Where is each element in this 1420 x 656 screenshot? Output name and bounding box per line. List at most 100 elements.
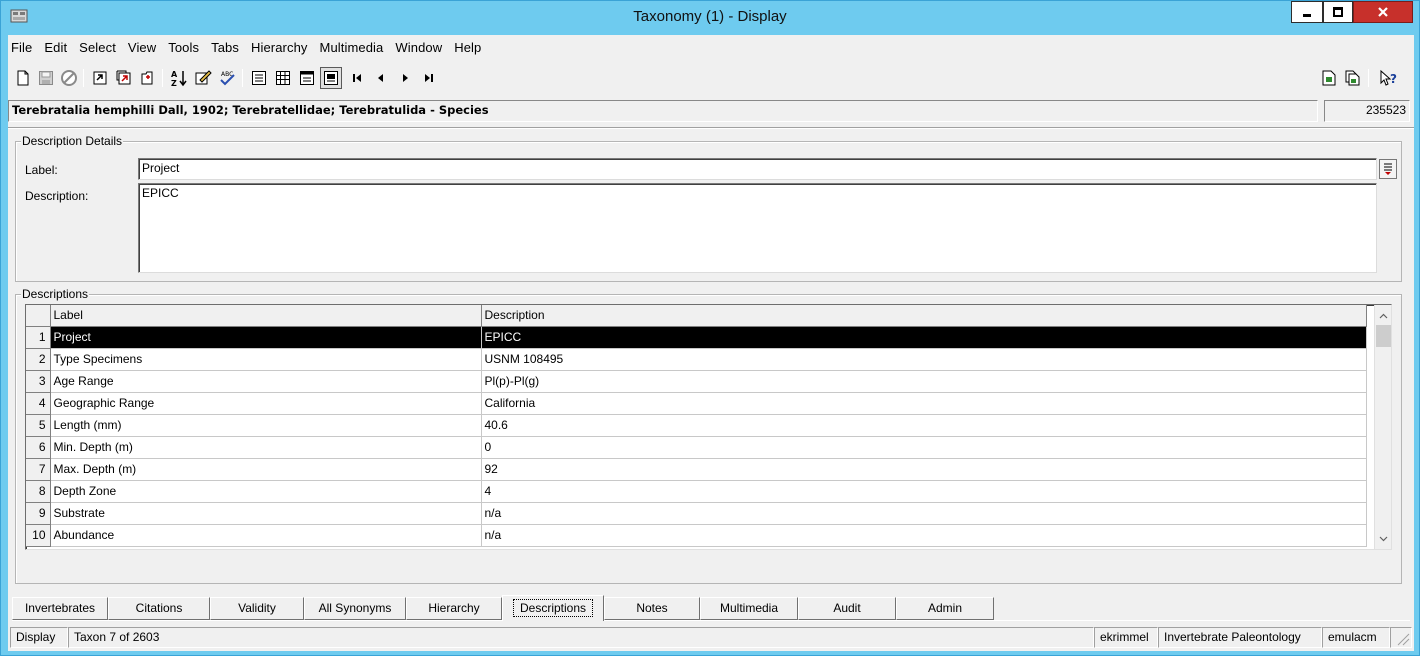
- menu-hierarchy[interactable]: Hierarchy: [245, 37, 314, 59]
- close-record-button[interactable]: [137, 67, 159, 89]
- page-view-button[interactable]: [296, 67, 318, 89]
- previous-record-button[interactable]: [370, 67, 392, 89]
- save-button[interactable]: [35, 67, 57, 89]
- vertical-scrollbar[interactable]: [1374, 305, 1391, 549]
- table-row[interactable]: 8 Depth Zone 4: [26, 480, 1367, 503]
- row-label[interactable]: Substrate: [50, 502, 482, 525]
- menu-select[interactable]: Select: [73, 37, 122, 59]
- tab-hierarchy[interactable]: Hierarchy: [406, 597, 502, 620]
- details-view-button[interactable]: [248, 67, 270, 89]
- sort-button[interactable]: AZ: [168, 67, 190, 89]
- label-caption: Label:: [25, 163, 58, 177]
- row-label[interactable]: Age Range: [50, 370, 482, 393]
- close-record-icon: [141, 71, 153, 85]
- report-button[interactable]: [1318, 67, 1340, 89]
- tab-multimedia[interactable]: Multimedia: [700, 597, 798, 620]
- next-record-button[interactable]: [394, 67, 416, 89]
- title-bar[interactable]: Taxonomy (1) - Display: [1, 1, 1419, 35]
- row-description[interactable]: 0: [481, 436, 1367, 459]
- new-record-button[interactable]: [12, 67, 34, 89]
- tab-all-synonyms[interactable]: All Synonyms: [304, 597, 406, 620]
- maximize-button[interactable]: [1323, 1, 1353, 23]
- row-label[interactable]: Length (mm): [50, 414, 482, 437]
- description-field[interactable]: EPICC: [138, 183, 1377, 273]
- row-description[interactable]: 4: [481, 480, 1367, 503]
- row-label[interactable]: Geographic Range: [50, 392, 482, 415]
- resize-grip[interactable]: [1390, 627, 1412, 648]
- label-lookup-button[interactable]: [1379, 159, 1397, 179]
- client-area: File Edit Select View Tools Tabs Hierarc…: [8, 35, 1414, 651]
- row-number: 9: [26, 502, 51, 525]
- minimize-icon: [1303, 14, 1311, 17]
- close-button[interactable]: [1353, 1, 1413, 23]
- row-label[interactable]: Abundance: [50, 524, 482, 547]
- row-description[interactable]: n/a: [481, 502, 1367, 525]
- table-row[interactable]: 9 Substrate n/a: [26, 502, 1367, 525]
- row-number: 3: [26, 370, 51, 393]
- row-description[interactable]: California: [481, 392, 1367, 415]
- help-pointer-button[interactable]: ?: [1378, 67, 1400, 89]
- table-row[interactable]: 2 Type Specimens USNM 108495: [26, 348, 1367, 371]
- row-label[interactable]: Type Specimens: [50, 348, 482, 371]
- tab-validity[interactable]: Validity: [210, 597, 304, 620]
- descriptions-grid[interactable]: Label Description 1 Project EPICC 2 Type…: [25, 304, 1392, 550]
- description-column-header[interactable]: Description: [481, 305, 1367, 327]
- row-label[interactable]: Max. Depth (m): [50, 458, 482, 481]
- tab-audit[interactable]: Audit: [798, 597, 896, 620]
- scroll-thumb[interactable]: [1376, 325, 1391, 347]
- row-label[interactable]: Min. Depth (m): [50, 436, 482, 459]
- minimize-button[interactable]: [1291, 1, 1323, 23]
- menu-multimedia[interactable]: Multimedia: [314, 37, 390, 59]
- tab-invertebrates[interactable]: Invertebrates: [12, 597, 108, 620]
- label-field[interactable]: Project: [138, 158, 1377, 180]
- edit-note-button[interactable]: [192, 67, 214, 89]
- menu-help[interactable]: Help: [448, 37, 487, 59]
- tab-notes[interactable]: Notes: [604, 597, 700, 620]
- menu-view[interactable]: View: [122, 37, 162, 59]
- row-description[interactable]: EPICC: [481, 326, 1367, 349]
- edit-note-icon: [195, 70, 212, 85]
- table-row[interactable]: 1 Project EPICC: [26, 326, 1367, 349]
- label-column-header[interactable]: Label: [50, 305, 482, 327]
- table-row[interactable]: 5 Length (mm) 40.6: [26, 414, 1367, 437]
- status-user: ekrimmel: [1094, 627, 1158, 648]
- table-row[interactable]: 10 Abundance n/a: [26, 524, 1367, 547]
- menu-tabs[interactable]: Tabs: [205, 37, 245, 59]
- menu-edit[interactable]: Edit: [38, 37, 73, 59]
- row-description[interactable]: 92: [481, 458, 1367, 481]
- menu-tools[interactable]: Tools: [162, 37, 205, 59]
- description-caption: Description:: [25, 189, 89, 203]
- row-description[interactable]: USNM 108495: [481, 348, 1367, 371]
- row-description[interactable]: 40.6: [481, 414, 1367, 437]
- save-icon: [39, 71, 53, 85]
- scroll-up-button[interactable]: [1375, 307, 1391, 324]
- row-label[interactable]: Project: [50, 326, 482, 349]
- menu-window[interactable]: Window: [389, 37, 448, 59]
- open-attached-button[interactable]: [113, 67, 135, 89]
- tab-admin[interactable]: Admin: [896, 597, 994, 620]
- row-label[interactable]: Depth Zone: [50, 480, 482, 503]
- menu-file[interactable]: File: [8, 37, 38, 59]
- row-description[interactable]: Pl(p)-Pl(g): [481, 370, 1367, 393]
- tab-descriptions[interactable]: Descriptions: [502, 595, 604, 621]
- status-position: Taxon 7 of 2603: [68, 627, 1094, 648]
- first-record-button[interactable]: [346, 67, 368, 89]
- spellcheck-button[interactable]: ABC: [216, 67, 238, 89]
- status-mode: Display: [10, 627, 68, 648]
- scroll-down-button[interactable]: [1375, 530, 1391, 547]
- record-title: Terebratalia hemphilli Dall, 1902; Tereb…: [8, 100, 1318, 122]
- table-row[interactable]: 3 Age Range Pl(p)-Pl(g): [26, 370, 1367, 393]
- row-description[interactable]: n/a: [481, 524, 1367, 547]
- list-view-button[interactable]: [272, 67, 294, 89]
- open-button[interactable]: [89, 67, 111, 89]
- last-record-button[interactable]: [418, 67, 440, 89]
- tab-citations[interactable]: Citations: [108, 597, 210, 620]
- table-row[interactable]: 6 Min. Depth (m) 0: [26, 436, 1367, 459]
- sort-icon: AZ: [171, 70, 187, 87]
- cancel-button[interactable]: [58, 67, 80, 89]
- display-view-button[interactable]: [320, 67, 342, 89]
- report-copy-button[interactable]: [1342, 67, 1364, 89]
- table-row[interactable]: 4 Geographic Range California: [26, 392, 1367, 415]
- lookup-list-icon: [1384, 163, 1392, 175]
- table-row[interactable]: 7 Max. Depth (m) 92: [26, 458, 1367, 481]
